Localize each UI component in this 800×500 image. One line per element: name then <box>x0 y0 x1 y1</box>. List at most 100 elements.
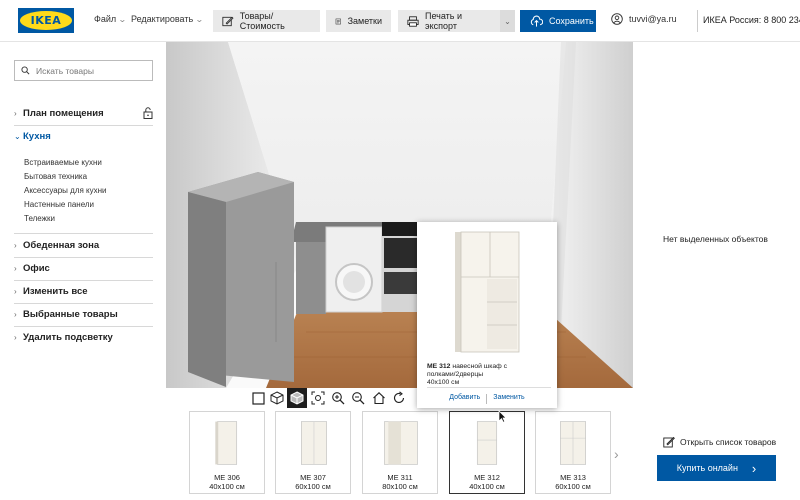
cloud-upload-icon <box>530 15 543 27</box>
popup-size: 40x100 см <box>427 379 460 386</box>
chevron-right-icon: › <box>14 333 17 342</box>
no-selection-text: Нет выделенных объектов <box>663 234 768 244</box>
view-3d-wire-button[interactable] <box>267 388 287 408</box>
chevron-down-icon: ⌄ <box>14 132 21 141</box>
section-change-all[interactable]: › Изменить все <box>14 286 153 297</box>
section-selected-items-label: Выбранные товары <box>23 309 118 320</box>
zoom-out-icon <box>352 392 365 405</box>
chevron-right-icon: › <box>751 460 757 476</box>
pencil-edit-icon <box>222 16 234 26</box>
pencil-edit-icon <box>663 436 675 448</box>
print-export-label: Печать и экспорт <box>425 11 463 31</box>
chevron-right-icon: › <box>14 310 17 319</box>
chevron-right-icon: › <box>14 241 17 250</box>
rotate-view-button[interactable] <box>389 388 409 408</box>
kitchen-item-accessories[interactable]: Аксессуары для кухни <box>24 186 107 195</box>
product-card-me307[interactable]: ME 307 60x100 см <box>275 411 351 494</box>
user-icon <box>611 13 623 25</box>
user-account[interactable]: tuvvi@ya.ru <box>611 13 677 25</box>
popup-actions: Добавить Заменить <box>417 394 557 404</box>
notes-button[interactable]: Заметки <box>326 10 391 32</box>
fit-view-button[interactable] <box>308 388 328 408</box>
edit-menu[interactable]: Редактировать ⌄ <box>131 14 204 24</box>
kitchen-item-appliances[interactable]: Бытовая техника <box>24 172 87 181</box>
divider <box>697 10 698 32</box>
cabinet-image <box>455 231 520 353</box>
zoom-in-icon <box>332 392 345 405</box>
cabinet-thumbnail <box>560 421 586 465</box>
divider <box>14 125 153 126</box>
product-card-label: ME 312 40x100 см <box>450 473 524 491</box>
print-icon <box>407 15 419 27</box>
right-panel <box>633 42 800 500</box>
zoom-in-button[interactable] <box>328 388 348 408</box>
product-card-label: ME 306 40x100 см <box>190 473 264 491</box>
section-selected-items[interactable]: › Выбранные товары <box>14 309 153 320</box>
section-office[interactable]: › Офис <box>14 263 153 274</box>
chevron-down-icon: ⌄ <box>195 14 204 24</box>
notes-icon <box>335 18 341 24</box>
chevron-right-icon: › <box>14 287 17 296</box>
cabinet-thumbnail <box>476 421 498 465</box>
search-icon <box>21 66 30 75</box>
product-card-me306[interactable]: ME 306 40x100 см <box>189 411 265 494</box>
3d-kitchen-view[interactable] <box>166 42 633 388</box>
product-card-label: ME 311 80x100 см <box>363 473 437 491</box>
top-bar: IKEA Файл ⌄ Редактировать ⌄ Товары/Стоим… <box>0 0 800 42</box>
section-change-all-label: Изменить все <box>23 286 88 297</box>
notes-label: Заметки <box>347 16 382 26</box>
chevron-right-icon[interactable]: › <box>614 446 619 462</box>
zoom-out-button[interactable] <box>348 388 368 408</box>
rotate-icon <box>393 391 405 403</box>
section-kitchen-label: Кухня <box>23 131 51 142</box>
open-product-list-link[interactable]: Открыть список товаров <box>663 436 776 448</box>
product-popup: ME 312 навесной шкаф с полками/2дверцы 4… <box>417 222 557 408</box>
search-input[interactable]: Искать товары <box>14 60 153 81</box>
product-size: 80x100 см <box>382 481 418 491</box>
square-icon <box>251 391 265 405</box>
logo-text: IKEA <box>30 14 62 27</box>
section-remove-highlight-label: Удалить подсветку <box>23 332 113 343</box>
section-remove-highlight[interactable]: › Удалить подсветку <box>14 332 153 343</box>
products-cost-button[interactable]: Товары/Стоимость <box>213 10 320 32</box>
buy-online-button[interactable]: Купить онлайн › <box>657 455 776 481</box>
file-menu[interactable]: Файл ⌄ <box>94 14 127 24</box>
product-size: 40x100 см <box>209 481 245 491</box>
product-card-label: ME 313 60x100 см <box>536 473 610 491</box>
support-phone: ИКЕА Россия: 8 800 234 <box>703 15 800 25</box>
products-cost-label: Товары/Стоимость <box>239 11 285 31</box>
divider <box>486 394 488 404</box>
file-menu-label: Файл <box>94 14 117 24</box>
home-icon <box>373 392 385 405</box>
cube-solid-icon <box>290 391 304 405</box>
section-dining[interactable]: › Обеденная зона <box>14 240 153 251</box>
kitchen-item-trolleys[interactable]: Тележки <box>24 214 55 223</box>
divider <box>427 387 551 388</box>
lock-icon[interactable] <box>143 107 153 119</box>
product-card-me311[interactable]: ME 311 80x100 см <box>362 411 438 494</box>
chevron-right-icon: › <box>14 264 17 273</box>
ikea-logo[interactable]: IKEA <box>18 8 74 33</box>
view-3d-button[interactable] <box>287 388 307 408</box>
add-link[interactable]: Добавить <box>449 394 480 404</box>
view-2d-button[interactable] <box>248 388 268 408</box>
section-room-plan-label: План помещения <box>23 108 104 119</box>
product-card-me313[interactable]: ME 313 60x100 см <box>535 411 611 494</box>
section-office-label: Офис <box>23 263 50 274</box>
print-export-dropdown[interactable]: ⌄ <box>500 10 515 32</box>
replace-link[interactable]: Заменить <box>493 394 524 404</box>
popup-code: ME 312 <box>427 363 451 370</box>
section-room-plan[interactable]: › План помещения <box>14 107 153 119</box>
home-view-button[interactable] <box>369 388 389 408</box>
product-card-label: ME 307 60x100 см <box>276 473 350 491</box>
print-export-button[interactable]: Печать и экспорт <box>398 10 500 32</box>
user-email: tuvvi@ya.ru <box>629 14 677 24</box>
section-kitchen[interactable]: ⌄ Кухня <box>14 131 153 142</box>
cabinet-thumbnail <box>301 421 327 465</box>
kitchen-item-built-in[interactable]: Встраиваемые кухни <box>24 158 102 167</box>
kitchen-item-wall-panels[interactable]: Настенные панели <box>24 200 94 209</box>
cabinet-thumbnail <box>384 421 418 465</box>
save-button[interactable]: Сохранить <box>520 10 596 32</box>
product-card-me312[interactable]: ME 312 40x100 см <box>449 411 525 494</box>
divider <box>14 233 153 234</box>
